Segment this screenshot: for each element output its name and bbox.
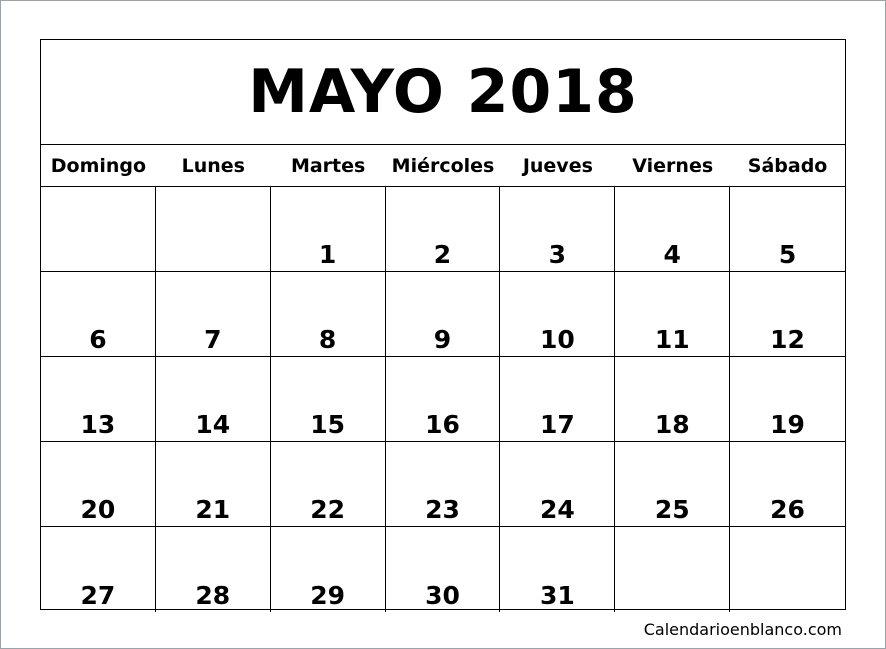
day-cell: 9 — [385, 272, 501, 357]
empty-day-cell — [615, 527, 731, 612]
weekday-lunes: Lunes — [181, 154, 245, 177]
day-cell: 11 — [615, 272, 731, 357]
day-cell: 31 — [500, 527, 616, 612]
day-cell: 14 — [155, 357, 271, 442]
day-grid: 1 2 3 4 5 6 7 8 9 10 11 12 13 14 15 16 17 18 19 20 21 22 23 24 2… — [41, 187, 845, 612]
day-cell: 16 — [385, 357, 501, 442]
weekday-header-row: Domingo Lunes Martes Miércoles Jueves Vi… — [41, 145, 845, 187]
day-cell: 30 — [386, 527, 501, 612]
day-cell: 27 — [41, 527, 156, 612]
calendar-title: MAYO 2018 — [41, 40, 845, 145]
day-cell: 18 — [615, 357, 731, 442]
empty-day-cell — [730, 527, 845, 612]
weekday-jueves: Jueves — [522, 154, 593, 177]
day-cell: 4 — [615, 187, 731, 272]
empty-day-cell — [41, 187, 156, 272]
day-cell: 3 — [500, 187, 616, 272]
day-cell: 19 — [730, 357, 845, 442]
day-cell: 17 — [500, 357, 616, 442]
day-cell: 25 — [615, 442, 731, 527]
day-cell: 6 — [41, 272, 156, 357]
day-cell: 22 — [270, 442, 386, 527]
weekday-miercoles: Miércoles — [391, 154, 495, 177]
day-cell: 23 — [385, 442, 501, 527]
day-cell: 2 — [385, 187, 501, 272]
day-cell: 20 — [41, 442, 156, 527]
day-cell: 5 — [730, 187, 845, 272]
weekday-sabado: Sábado — [747, 154, 828, 177]
day-cell: 28 — [156, 527, 271, 612]
weekday-viernes: Viernes — [632, 154, 714, 177]
empty-day-cell — [155, 187, 271, 272]
day-cell: 1 — [270, 187, 386, 272]
calendar: MAYO 2018 Domingo Lunes Martes Miércoles… — [40, 39, 846, 612]
weekday-martes: Martes — [290, 154, 366, 177]
website-credit: Calendarioenblanco.com — [643, 620, 842, 639]
day-cell: 12 — [730, 272, 845, 357]
weekday-domingo: Domingo — [50, 154, 147, 177]
day-cell: 21 — [155, 442, 271, 527]
day-cell: 8 — [270, 272, 386, 357]
day-cell: 24 — [500, 442, 616, 527]
day-cell: 10 — [500, 272, 616, 357]
day-cell: 7 — [155, 272, 271, 357]
day-cell: 15 — [270, 357, 386, 442]
day-cell: 13 — [41, 357, 156, 442]
day-cell: 26 — [730, 442, 845, 527]
day-cell: 29 — [271, 527, 386, 612]
